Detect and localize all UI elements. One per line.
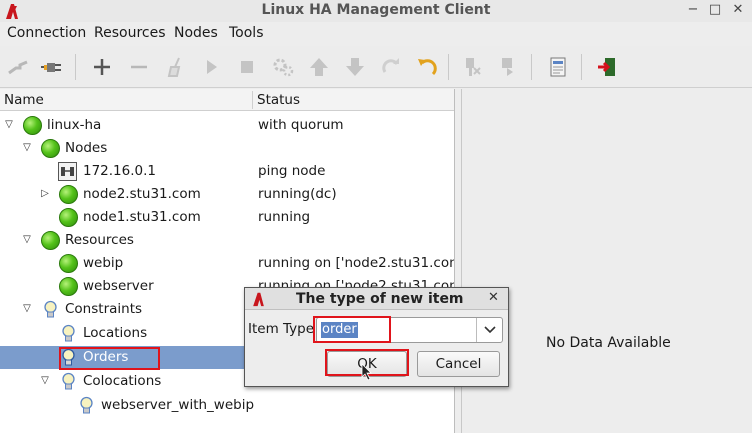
tree-row-node2[interactable]: ▷ node2.stu31.com running(dc)	[0, 183, 454, 206]
menu-tools[interactable]: Tools	[229, 25, 264, 41]
view-log-icon[interactable]	[545, 54, 571, 80]
move-up-icon[interactable]	[306, 54, 332, 80]
lightbulb-icon	[62, 324, 75, 342]
status-ok-icon	[41, 231, 60, 250]
expander-collapsed-icon[interactable]: ▷	[39, 187, 51, 201]
item-type-combobox[interactable]: order	[316, 317, 503, 343]
tree-label: Constraints	[65, 301, 143, 317]
move-down-icon[interactable]	[342, 54, 368, 80]
status-ok-icon	[23, 116, 42, 135]
status-ok-icon	[41, 139, 60, 158]
lightbulb-icon	[80, 396, 93, 414]
item-type-label: Item Type	[248, 321, 315, 337]
tree-row-webip[interactable]: webip running on ['node2.stu31.com	[0, 252, 455, 275]
expander-icon[interactable]: ▽	[39, 374, 51, 388]
menu-resources[interactable]: Resources	[94, 25, 166, 41]
tree-status: running on ['node2.stu31.com	[258, 255, 455, 271]
tree-label: Orders	[83, 349, 129, 365]
item-type-value: order	[321, 322, 358, 338]
start-icon[interactable]	[198, 54, 224, 80]
tree-label: webip	[83, 255, 124, 271]
tree-label: Locations	[83, 325, 148, 341]
expander-icon[interactable]: ▽	[21, 233, 33, 247]
cancel-button[interactable]: Cancel	[417, 351, 500, 377]
add-icon[interactable]	[89, 54, 115, 80]
chevron-down-icon[interactable]	[476, 318, 502, 342]
tree-row-nodes[interactable]: ▽ Nodes	[0, 137, 454, 160]
tree-label: Colocations	[83, 373, 162, 389]
undo-icon[interactable]	[414, 54, 440, 80]
status-ok-icon	[59, 208, 78, 227]
column-name[interactable]: Name	[4, 92, 44, 108]
standby-icon[interactable]	[460, 54, 486, 80]
mouse-cursor-icon	[361, 363, 372, 381]
menu-nodes[interactable]: Nodes	[174, 25, 218, 41]
dialog-titlebar: The type of new item ✕	[245, 288, 508, 310]
toolbar	[0, 46, 752, 88]
status-ok-icon	[59, 185, 78, 204]
tree-status: running(dc)	[258, 186, 337, 202]
tree-row-webserver-with-webip[interactable]: webserver_with_webip	[0, 394, 454, 417]
tree-label: node2.stu31.com	[83, 186, 201, 202]
connect-icon[interactable]	[5, 54, 31, 80]
tree-label: node1.stu31.com	[83, 209, 201, 225]
close-window-button[interactable]: ✕	[729, 1, 747, 19]
status-ok-icon	[59, 254, 78, 273]
ping-node-icon	[58, 162, 77, 181]
lightbulb-icon	[62, 348, 75, 366]
expander-icon[interactable]: ▽	[21, 141, 33, 155]
tree-status: with quorum	[258, 117, 344, 133]
tree-label: Resources	[65, 232, 134, 248]
redo-icon[interactable]	[378, 54, 404, 80]
tree-row-node1[interactable]: node1.stu31.com running	[0, 206, 454, 229]
tree-row-resources[interactable]: ▽ Resources	[0, 229, 454, 252]
menu-connection[interactable]: Connection	[7, 25, 86, 41]
dialog-title: The type of new item	[296, 291, 464, 307]
app-logo-icon	[253, 292, 264, 307]
maximize-button[interactable]: □	[706, 1, 724, 19]
tree-column-header: Name Status	[0, 89, 454, 111]
exit-icon[interactable]	[594, 54, 620, 80]
lightbulb-icon	[44, 300, 57, 318]
remove-icon[interactable]	[126, 54, 152, 80]
tree-label: linux-ha	[47, 117, 102, 133]
stop-icon[interactable]	[234, 54, 260, 80]
tree-row-ping-node[interactable]: 172.16.0.1 ping node	[0, 160, 454, 183]
expander-icon[interactable]: ▽	[21, 302, 33, 316]
tree-status: ping node	[258, 163, 326, 179]
tree-label: webserver	[83, 278, 154, 294]
tree-label: 172.16.0.1	[83, 163, 156, 179]
dialog-close-button[interactable]: ✕	[488, 290, 499, 305]
expander-icon[interactable]: ▽	[3, 118, 15, 132]
window-titlebar: Linux HA Management Client − □ ✕	[0, 0, 752, 22]
tree-label: Nodes	[65, 140, 108, 156]
migrate-gears-icon[interactable]	[270, 54, 296, 80]
lightbulb-icon	[62, 372, 75, 390]
minimize-button[interactable]: −	[684, 1, 702, 19]
tree-row-linux-ha[interactable]: ▽ linux-ha with quorum	[0, 114, 454, 137]
new-item-dialog: The type of new item ✕ Item Type order O…	[244, 287, 509, 387]
window-title: Linux HA Management Client	[261, 2, 491, 18]
status-ok-icon	[59, 277, 78, 296]
tree-label: webserver_with_webip	[101, 397, 255, 413]
online-icon[interactable]	[496, 54, 522, 80]
menu-bar: Connection Resources Nodes Tools	[0, 22, 752, 45]
column-status[interactable]: Status	[257, 92, 300, 108]
cleanup-broom-icon[interactable]	[162, 54, 188, 80]
tree-status: running	[258, 209, 311, 225]
no-data-message: No Data Available	[546, 335, 671, 351]
disconnect-icon[interactable]	[38, 54, 64, 80]
